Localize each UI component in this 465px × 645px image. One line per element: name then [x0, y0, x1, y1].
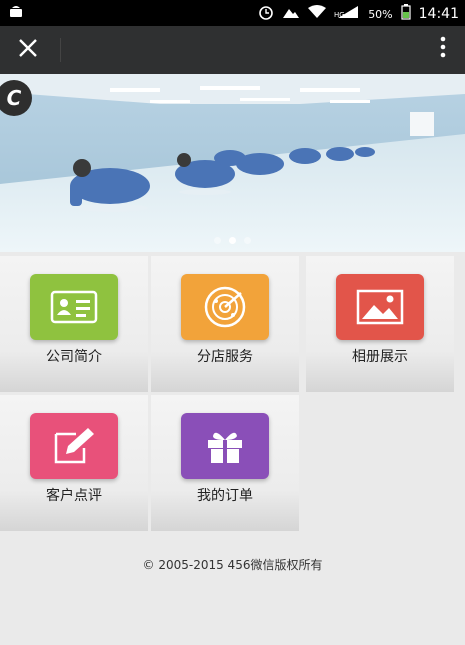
carousel-dot[interactable]	[214, 237, 221, 244]
close-button[interactable]	[10, 32, 46, 68]
menu-item-branch-service[interactable]: 分店服务	[151, 256, 299, 392]
id-card-icon	[30, 274, 118, 340]
more-options-button[interactable]	[431, 32, 455, 68]
picture-icon	[336, 274, 424, 340]
clock: 14:41	[418, 6, 459, 22]
menu-item-label: 相册展示	[352, 349, 408, 365]
edit-icon	[30, 413, 118, 479]
menu-item-album[interactable]: 相册展示	[306, 256, 454, 392]
menu-item-customer-review[interactable]: 客户点评	[0, 395, 148, 531]
svg-text:HG: HG	[334, 11, 345, 19]
android-debug-icon	[8, 4, 24, 22]
copyright-footer: © 2005-2015 456微信版权所有	[142, 558, 323, 572]
menu-item-label: 客户点评	[46, 488, 102, 504]
status-bar: HG 50% 14:41	[0, 0, 465, 26]
wifi-icon	[308, 5, 327, 23]
gift-icon	[181, 413, 269, 479]
carousel-dot-active[interactable]	[229, 237, 236, 244]
radar-icon	[181, 274, 269, 340]
close-icon	[17, 36, 39, 64]
alarm-icon	[258, 4, 274, 24]
battery-icon	[401, 4, 411, 24]
app-bar-divider	[60, 38, 61, 62]
menu-item-label: 我的订单	[197, 488, 253, 504]
carousel-dot[interactable]	[244, 237, 251, 244]
photo-icon	[282, 5, 300, 23]
app-bar	[0, 26, 465, 74]
menu-item-my-orders[interactable]: 我的订单	[151, 395, 299, 531]
battery-percent: 50%	[368, 7, 393, 21]
menu-item-label: 公司简介	[46, 349, 102, 365]
banner-carousel[interactable]: C	[0, 74, 465, 252]
menu-item-company-intro[interactable]: 公司简介	[0, 256, 148, 392]
banner-photo	[0, 74, 465, 252]
menu-item-label: 分店服务	[197, 349, 253, 365]
more-vertical-icon	[440, 36, 446, 64]
signal-icon: HG	[334, 5, 360, 23]
carousel-indicator	[0, 237, 465, 244]
